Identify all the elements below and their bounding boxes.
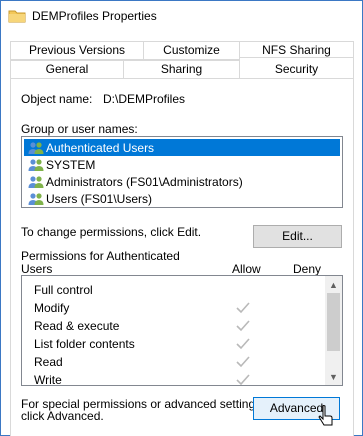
allow-column-header: Allow	[232, 262, 261, 276]
user-name: Users (FS01\Users)	[46, 191, 153, 206]
permissions-for-label-user: Users	[21, 262, 53, 276]
tab-security[interactable]: Security	[239, 57, 354, 79]
users-group-icon	[28, 158, 44, 171]
tab-customize[interactable]: Customize	[143, 41, 240, 60]
users-group-icon	[28, 175, 44, 188]
allow-check-icon	[236, 302, 250, 314]
allow-check-icon	[236, 320, 250, 332]
mouse-pointer-icon	[318, 405, 333, 426]
permission-row-write: Write	[22, 371, 325, 386]
folder-icon	[8, 10, 26, 23]
users-group-icon	[28, 192, 44, 205]
user-item-system[interactable]: SYSTEM	[24, 156, 340, 173]
permission-name: Modify	[34, 301, 70, 315]
user-item-users[interactable]: Users (FS01\Users)	[24, 190, 340, 207]
permission-row-read-execute: Read & execute	[22, 317, 325, 335]
tab-row-front: General Sharing Security	[10, 57, 354, 79]
users-group-icon	[28, 141, 44, 154]
title-bar[interactable]: DEMProfiles Properties	[1, 1, 362, 31]
tab-general[interactable]: General	[10, 60, 124, 79]
permission-name: Read	[34, 355, 63, 369]
scroll-thumb[interactable]	[327, 293, 340, 351]
user-list[interactable]: Authenticated Users SYSTEM Administrator…	[21, 136, 343, 208]
permission-name: List folder contents	[34, 337, 135, 351]
user-name: Administrators (FS01\Administrators)	[46, 174, 243, 189]
allow-check-icon	[236, 356, 250, 368]
permission-name: Write	[34, 373, 62, 386]
object-name-label: Object name:	[21, 92, 93, 106]
allow-check-icon	[236, 374, 250, 385]
permission-row-read: Read	[22, 353, 325, 371]
permission-row-list-folder-contents: List folder contents	[22, 335, 325, 353]
permission-name: Read & execute	[34, 319, 120, 333]
user-item-authenticated-users[interactable]: Authenticated Users	[24, 139, 340, 156]
permissions-scrollbar[interactable]: ▲ ▼	[325, 276, 342, 385]
special-permissions-hint-2: click Advanced.	[21, 409, 104, 423]
permissions-for-label: Permissions for Authenticated	[21, 249, 180, 263]
allow-check-icon	[236, 338, 250, 350]
edit-button[interactable]: Edit...	[253, 225, 342, 248]
permission-name: Full control	[34, 283, 93, 297]
window-title: DEMProfiles Properties	[32, 9, 157, 23]
scroll-down-arrow-icon[interactable]: ▼	[325, 368, 342, 385]
permission-row-full-control: Full control	[22, 281, 325, 299]
object-name-value: D:\DEMProfiles	[103, 92, 186, 106]
deny-column-header: Deny	[293, 262, 322, 276]
permission-row-modify: Modify	[22, 299, 325, 317]
permissions-list[interactable]: Full control Modify Read & execute List …	[21, 275, 343, 386]
user-item-administrators[interactable]: Administrators (FS01\Administrators)	[24, 173, 340, 190]
user-name: SYSTEM	[46, 157, 96, 172]
group-or-user-names-label: Group or user names:	[21, 122, 138, 136]
tab-sharing[interactable]: Sharing	[123, 60, 240, 79]
change-permissions-hint: To change permissions, click Edit.	[21, 225, 202, 239]
scroll-up-arrow-icon[interactable]: ▲	[325, 276, 342, 293]
tab-previous-versions[interactable]: Previous Versions	[10, 41, 144, 60]
properties-window: DEMProfiles Properties Previous Versions…	[0, 0, 363, 436]
user-name: Authenticated Users	[46, 140, 155, 155]
